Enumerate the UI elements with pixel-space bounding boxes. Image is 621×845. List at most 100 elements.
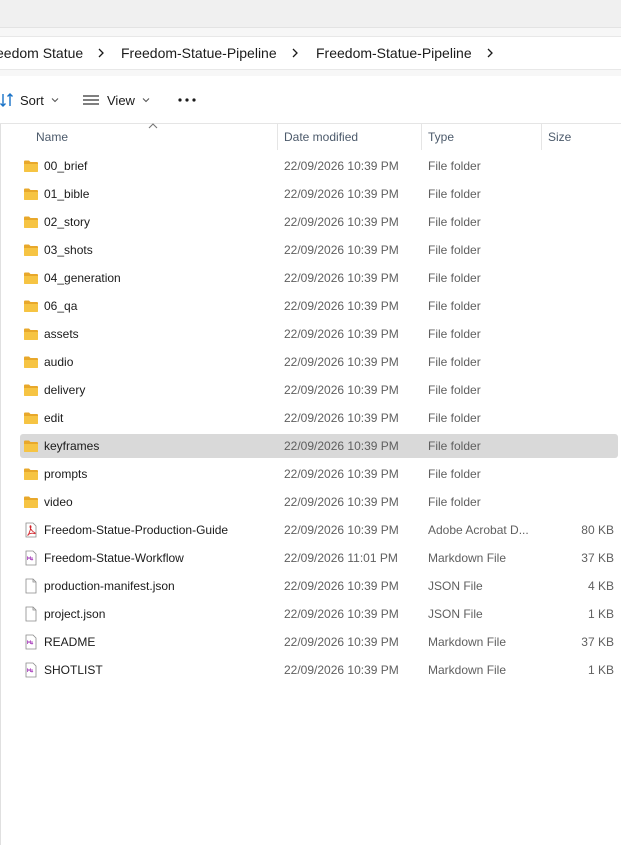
- file-name: edit: [44, 411, 64, 425]
- file-size: 4 KB: [587, 579, 614, 593]
- markdown-file-icon: [23, 634, 39, 650]
- file-size: 37 KB: [581, 635, 614, 649]
- sort-button[interactable]: Sort: [0, 86, 60, 114]
- file-size: 80 KB: [581, 523, 614, 537]
- file-size: [540, 462, 614, 486]
- file-row[interactable]: 06_qa 22/09/2026 10:39 PM File folder: [20, 294, 618, 318]
- folder-icon: [23, 214, 39, 230]
- file-type: JSON File: [428, 607, 483, 621]
- folder-icon: [23, 326, 39, 342]
- file-date-modified: 22/09/2026 10:39 PM: [284, 579, 399, 593]
- file-row[interactable]: delivery 22/09/2026 10:39 PM File folder: [20, 378, 618, 402]
- file-type: File folder: [428, 327, 481, 341]
- breadcrumb-item-freedom-statue[interactable]: eedom Statue: [0, 37, 83, 69]
- file-size: [540, 350, 614, 374]
- file-row[interactable]: Freedom-Statue-Workflow 22/09/2026 11:01 …: [20, 546, 618, 570]
- file-date-modified: 22/09/2026 11:01 PM: [284, 551, 398, 565]
- file-date-modified: 22/09/2026 10:39 PM: [284, 495, 399, 509]
- file-name: prompts: [44, 467, 88, 481]
- file-name: audio: [44, 355, 74, 369]
- file-row[interactable]: 00_brief 22/09/2026 10:39 PM File folder: [20, 154, 618, 178]
- file-date-modified: 22/09/2026 10:39 PM: [284, 411, 399, 425]
- column-divider[interactable]: [541, 124, 542, 150]
- file-date-modified: 22/09/2026 10:39 PM: [284, 215, 399, 229]
- column-divider[interactable]: [277, 124, 278, 150]
- chevron-right-icon: [98, 48, 104, 58]
- file-name: 03_shots: [44, 243, 93, 257]
- column-header: Name Date modified Type Size: [0, 123, 621, 150]
- markdown-file-icon: [23, 662, 39, 678]
- file-row[interactable]: 04_generation 22/09/2026 10:39 PM File fol…: [20, 266, 618, 290]
- chevron-right-icon: [292, 48, 298, 58]
- markdown-file-icon: [23, 550, 39, 566]
- file-size: [540, 434, 614, 458]
- file-row[interactable]: 03_shots 22/09/2026 10:39 PM File folder: [20, 238, 618, 262]
- file-name: project.json: [44, 607, 106, 621]
- file-date-modified: 22/09/2026 10:39 PM: [284, 467, 399, 481]
- file-row[interactable]: production-manifest.json 22/09/2026 10:39…: [20, 574, 618, 598]
- column-size[interactable]: Size: [548, 124, 571, 150]
- breadcrumb[interactable]: eedom Statue Freedom-Statue-Pipeline Fre…: [0, 36, 621, 70]
- file-row[interactable]: 02_story 22/09/2026 10:39 PM File folder: [20, 210, 618, 234]
- sort-ascending-icon: [148, 123, 158, 129]
- view-button[interactable]: View: [82, 86, 151, 114]
- file-row[interactable]: keyframes 22/09/2026 10:39 PM File folder: [20, 434, 618, 458]
- sort-label: Sort: [20, 92, 44, 108]
- file-type: File folder: [428, 495, 481, 509]
- file-size: [540, 406, 614, 430]
- file-date-modified: 22/09/2026 10:39 PM: [284, 271, 399, 285]
- more-options-button[interactable]: [170, 86, 204, 114]
- folder-icon: [23, 438, 39, 454]
- file-size: [540, 238, 614, 262]
- file-row[interactable]: project.json 22/09/2026 10:39 PM JSON File…: [20, 602, 618, 626]
- file-type: File folder: [428, 271, 481, 285]
- chevron-right-icon[interactable]: [483, 46, 497, 60]
- file-name: Freedom-Statue-Production-Guide: [44, 523, 229, 537]
- file-row[interactable]: assets 22/09/2026 10:39 PM File folder: [20, 322, 618, 346]
- column-divider[interactable]: [421, 124, 422, 150]
- file-row[interactable]: Freedom-Statue-Production-Guide 22/09/202…: [20, 518, 618, 542]
- command-bar: Sort View: [0, 77, 621, 124]
- file-date-modified: 22/09/2026 10:39 PM: [284, 355, 399, 369]
- file-name: assets: [44, 327, 79, 341]
- file-type: File folder: [428, 187, 481, 201]
- file-row[interactable]: 01_bible 22/09/2026 10:39 PM File folder: [20, 182, 618, 206]
- file-name: keyframes: [44, 439, 100, 453]
- file-date-modified: 22/09/2026 10:39 PM: [284, 299, 399, 313]
- file-type: File folder: [428, 355, 481, 369]
- file-type: File folder: [428, 467, 481, 481]
- file-date-modified: 22/09/2026 10:39 PM: [284, 607, 399, 621]
- file-date-modified: 22/09/2026 10:39 PM: [284, 523, 399, 537]
- file-date-modified: 22/09/2026 10:39 PM: [284, 243, 399, 257]
- column-date-modified[interactable]: Date modified: [284, 124, 358, 150]
- folder-icon: [23, 298, 39, 314]
- file-date-modified: 22/09/2026 10:39 PM: [284, 187, 399, 201]
- file-date-modified: 22/09/2026 10:39 PM: [284, 663, 399, 677]
- window-top-strip: [0, 0, 621, 28]
- file-row[interactable]: edit 22/09/2026 10:39 PM File folder: [20, 406, 618, 430]
- file-row[interactable]: README 22/09/2026 10:39 PM Markdown File 37…: [20, 630, 618, 654]
- file-name: Freedom-Statue-Workflow: [44, 551, 184, 565]
- file-size: [540, 182, 614, 206]
- file-date-modified: 22/09/2026 10:39 PM: [284, 383, 399, 397]
- file-type: File folder: [428, 383, 481, 397]
- file-row[interactable]: audio 22/09/2026 10:39 PM File folder: [20, 350, 618, 374]
- file-row[interactable]: SHOTLIST 22/09/2026 10:39 PM Markdown File…: [20, 658, 618, 682]
- file-row[interactable]: video 22/09/2026 10:39 PM File folder: [20, 490, 618, 514]
- file-type: File folder: [428, 411, 481, 425]
- breadcrumb-item-pipeline-current[interactable]: Freedom-Statue-Pipeline: [316, 37, 472, 69]
- breadcrumb-item-pipeline[interactable]: Freedom-Statue-Pipeline: [121, 37, 277, 69]
- file-type: File folder: [428, 439, 481, 453]
- file-type: Adobe Acrobat D...: [428, 523, 529, 537]
- file-size: 37 KB: [581, 551, 614, 565]
- column-type[interactable]: Type: [428, 124, 454, 150]
- folder-icon: [23, 410, 39, 426]
- view-label: View: [107, 92, 135, 108]
- pdf-file-icon: [23, 522, 39, 538]
- folder-icon: [23, 382, 39, 398]
- column-name[interactable]: Name: [36, 124, 68, 150]
- file-name: README: [44, 635, 96, 649]
- file-row[interactable]: prompts 22/09/2026 10:39 PM File folder: [20, 462, 618, 486]
- file-size: 1 KB: [587, 607, 614, 621]
- file-name: 00_brief: [44, 159, 88, 173]
